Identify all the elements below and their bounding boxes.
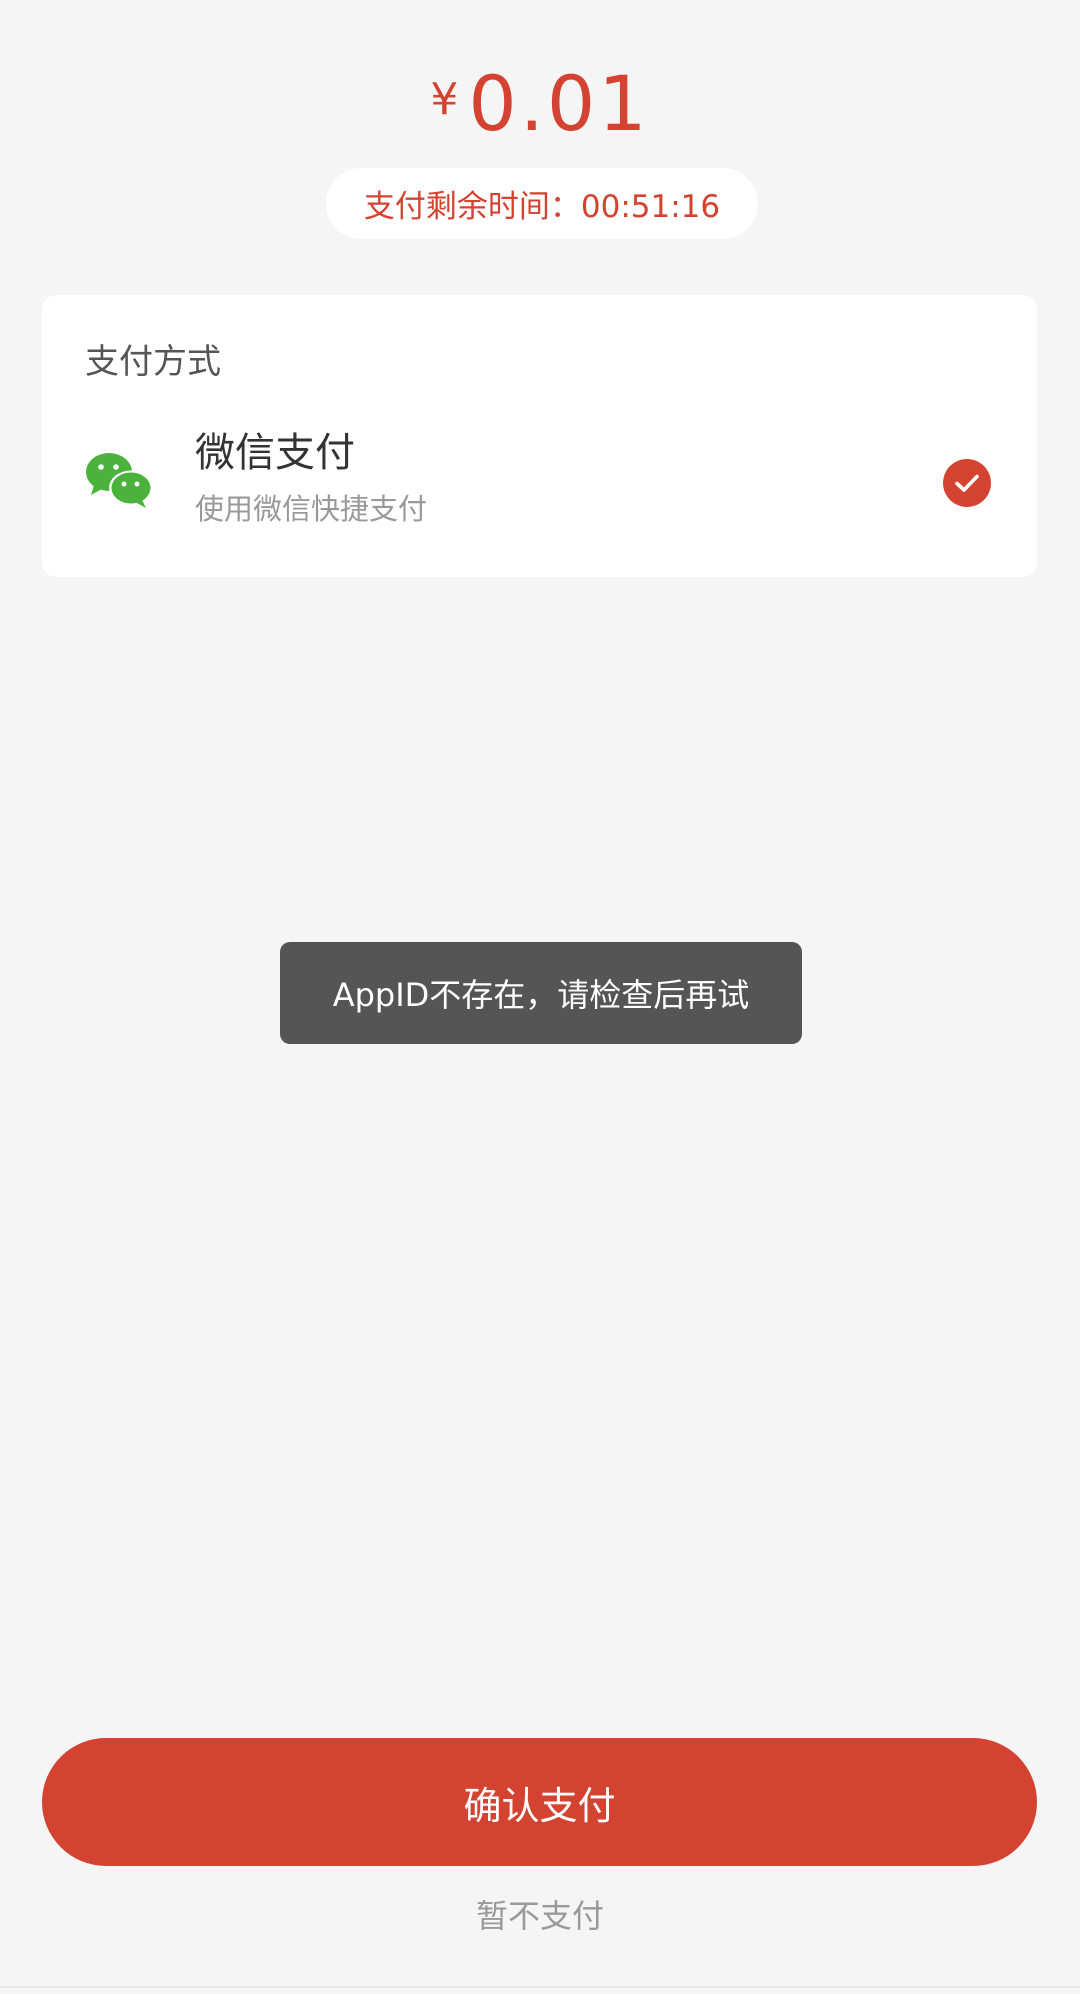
bottom-divider (0, 1986, 1080, 1988)
confirm-payment-button[interactable]: 确认支付 (42, 1738, 1037, 1866)
payment-option-description: 使用微信快捷支付 (195, 492, 428, 526)
error-toast: AppID不存在，请检查后再试 (280, 942, 802, 1044)
payment-option-wechat[interactable]: 微信支付 使用微信快捷支付 (42, 425, 1037, 555)
currency-symbol: ¥ (430, 74, 459, 125)
skip-payment-link[interactable]: 暂不支付 (0, 1900, 1080, 1932)
payment-method-card: 支付方式 微信支付 使用微信快捷支付 (42, 295, 1037, 577)
payment-method-title: 支付方式 (85, 342, 221, 382)
check-circle-icon[interactable] (942, 458, 992, 508)
payment-option-name: 微信支付 (195, 430, 355, 476)
toast-message: AppID不存在，请检查后再试 (332, 976, 750, 1014)
amount-value: 0.01 (468, 59, 650, 148)
countdown-text: 支付剩余时间：00:51:16 (363, 189, 721, 225)
payment-countdown: 支付剩余时间：00:51:16 (326, 168, 758, 239)
confirm-payment-label: 确认支付 (463, 1783, 616, 1828)
wechat-icon (86, 453, 153, 508)
payment-amount: ¥0.01 (0, 66, 1080, 142)
